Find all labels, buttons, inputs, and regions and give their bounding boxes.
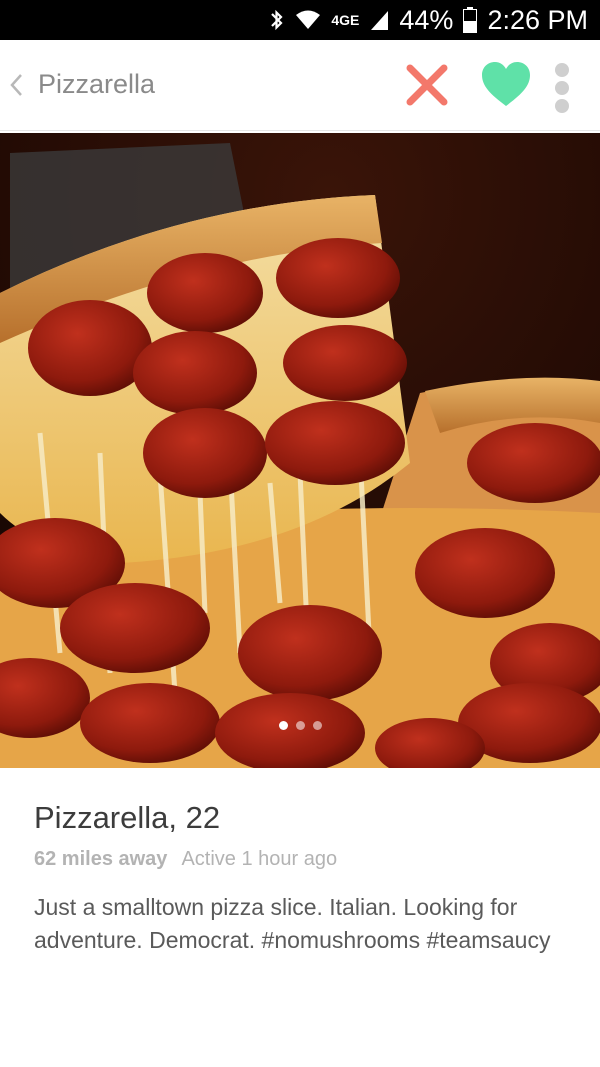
network-type: 4GE (331, 12, 360, 28)
like-button[interactable] (480, 60, 532, 110)
status-bar: 4GE 44% 2:26 PM (0, 0, 600, 40)
profile-age: 22 (185, 800, 221, 835)
clock: 2:26 PM (487, 4, 588, 35)
top-bar: Pizzarella (0, 40, 600, 131)
pager-dot-active[interactable] (278, 721, 288, 730)
distance: 62 miles away (34, 848, 168, 870)
close-icon (406, 64, 448, 106)
signal-icon (369, 9, 389, 31)
battery-percent: 44% (399, 4, 454, 35)
page-title[interactable]: Pizzarella (38, 69, 155, 100)
profile-photo[interactable] (0, 133, 600, 768)
more-dot (555, 81, 569, 95)
pager-dot[interactable] (312, 721, 322, 730)
chevron-left-icon[interactable] (6, 71, 28, 99)
profile-name: Pizzarella (34, 800, 169, 835)
battery-icon (463, 7, 478, 33)
pager-dot[interactable] (295, 721, 305, 730)
more-options-button[interactable] (549, 63, 575, 113)
nope-button[interactable] (404, 62, 450, 108)
profile-info: Pizzarella, 22 62 miles away Active 1 hou… (34, 800, 574, 957)
more-vertical-icon (555, 63, 569, 77)
name-age: Pizzarella, 22 (34, 800, 574, 836)
photo-pager[interactable] (0, 721, 600, 730)
activity-status: Active 1 hour ago (181, 848, 338, 870)
profile-meta: 62 miles away Active 1 hour ago (34, 848, 574, 871)
name-comma: , (168, 800, 186, 835)
more-dot (555, 99, 569, 113)
wifi-icon (295, 9, 321, 31)
profile-bio: Just a smalltown pizza slice. Italian. L… (34, 894, 551, 953)
pizza-photo-icon (0, 133, 600, 768)
bluetooth-icon (269, 8, 285, 32)
heart-icon (482, 62, 530, 106)
